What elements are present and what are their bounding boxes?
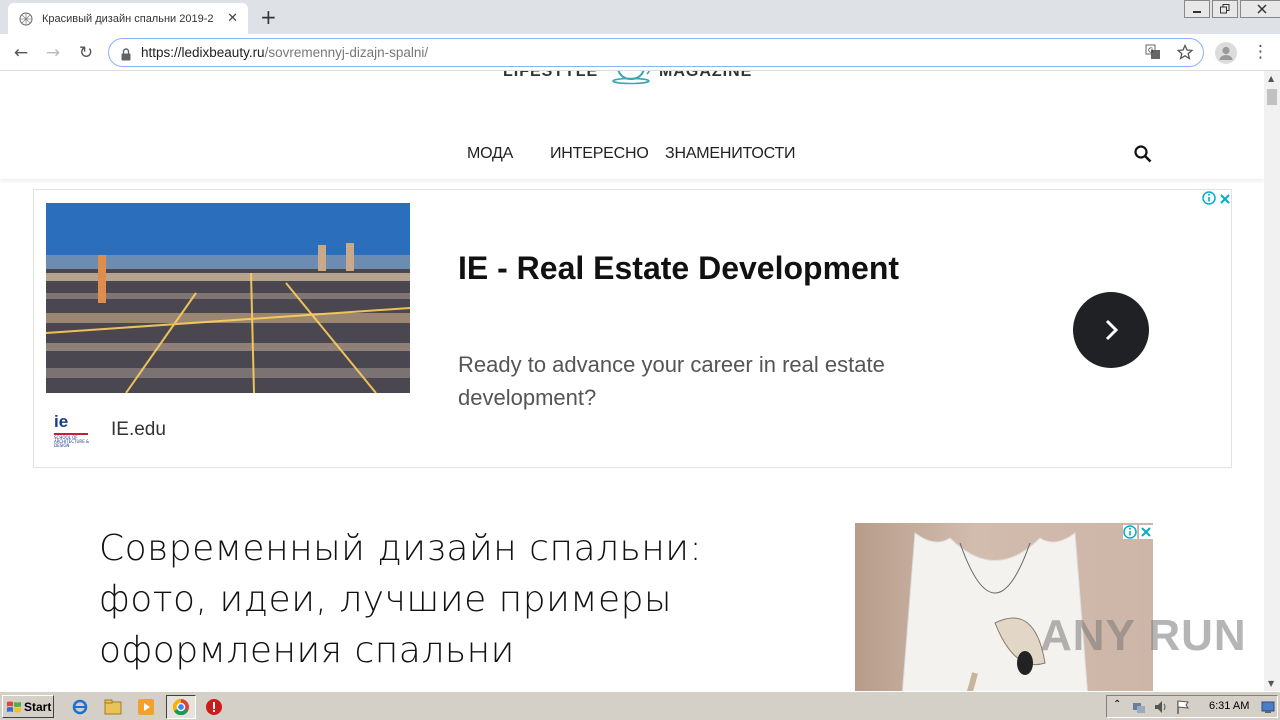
adchoices-info-icon[interactable] [1202,190,1216,209]
tab-title: Красивый дизайн спальни 2019-20 [42,12,214,25]
nav-item-interesno[interactable]: ИНТЕРЕСНО [550,145,649,163]
url-path: /sovremennyj-dizajn-spalni/ [264,45,429,60]
system-tray: ⌃ 6:31 AM [1106,695,1278,718]
ie-logo-subtext: SCHOOL OF ARCHITECTURE & DESIGN [54,435,90,448]
reload-button[interactable]: ↻ [75,42,97,64]
translate-icon[interactable]: G [1145,44,1161,64]
new-tab-button[interactable]: + [260,7,277,27]
forward-button[interactable]: → [42,42,64,64]
site-logo[interactable]: LIFESTYLE MAGAZINE [503,71,765,89]
cup-logo-icon [611,71,655,90]
ie-logo: ie SCHOOL OF ARCHITECTURE & DESIGN [54,412,90,448]
windows-logo-icon [7,701,21,712]
ad-description: Ready to advance your career in real est… [458,352,885,410]
scroll-down-icon[interactable]: ▼ [1268,679,1274,688]
bookmark-star-icon[interactable] [1176,43,1194,64]
start-label: Start [24,699,52,714]
chrome-taskbar-icon[interactable] [166,695,196,719]
ie-logo-text: ie [54,412,69,431]
site-favicon-icon [18,11,34,27]
ad-close-icon[interactable] [1219,190,1231,209]
volume-icon[interactable] [1153,699,1169,719]
restore-button[interactable] [1212,0,1238,18]
nav-item-znamenitosti[interactable]: ЗНАМЕНИТОСТИ [665,145,796,163]
browser-tab[interactable]: Красивый дизайн спальни 2019-20 ✕ [8,3,248,34]
ad-brand[interactable]: IE.edu [111,419,166,441]
lock-icon [121,46,131,65]
logo-text-right: MAGAZINE [659,71,753,80]
search-icon[interactable] [1133,144,1153,168]
side-ad[interactable] [855,523,1153,691]
tray-expand-icon[interactable]: ⌃ [1113,699,1121,710]
ad-next-button[interactable] [1073,292,1149,368]
scroll-up-icon[interactable]: ▲ [1268,74,1274,83]
network-icon[interactable] [1131,699,1147,719]
file-explorer-icon[interactable] [103,697,123,717]
scroll-thumb[interactable] [1267,89,1277,105]
ad-city-image[interactable] [46,203,410,393]
internet-explorer-icon[interactable] [70,697,90,717]
minimize-button[interactable] [1184,0,1210,18]
url-text: https://ledixbeauty.ru/sovremennyj-dizaj… [141,45,428,60]
adchoices-controls [1202,190,1231,209]
profile-avatar-icon[interactable] [1215,42,1237,64]
side-adchoices-info-icon[interactable] [1123,525,1137,539]
anyrun-watermark: ANY RUN [1040,611,1247,660]
windows-taskbar: Start ⌃ 6:31 AM [0,691,1280,720]
nav-item-moda[interactable]: МОДА [467,145,513,163]
back-button[interactable]: ← [10,42,32,64]
side-ad-close-icon[interactable] [1139,525,1153,539]
url-host: https://ledixbeauty.ru [141,45,265,60]
show-desktop-icon[interactable] [1261,699,1275,718]
address-bar[interactable]: https://ledixbeauty.ru/sovremennyj-dizaj… [108,38,1204,67]
start-button[interactable]: Start [2,695,54,718]
taskbar-clock[interactable]: 6:31 AM [1209,700,1249,712]
side-adchoices-controls [1123,525,1153,539]
media-player-icon[interactable] [136,697,156,717]
ad-blouse-image [902,532,1088,691]
browser-menu-icon[interactable]: ⋮ [1252,42,1269,62]
ad-title[interactable]: IE - Real Estate Development [458,250,899,287]
site-header: LIFESTYLE MAGAZINE МОДА ИНТЕРЕСНО ЗНАМЕН… [0,71,1264,179]
web-page: LIFESTYLE MAGAZINE МОДА ИНТЕРЕСНО ЗНАМЕН… [0,71,1264,691]
window-controls [1182,0,1280,18]
browser-titlebar: Красивый дизайн спальни 2019-20 ✕ + [0,0,1280,34]
article-title: Современный дизайн спальни: фото, идеи, … [99,528,703,671]
browser-toolbar: ← → ↻ https://ledixbeauty.ru/sovremennyj… [0,34,1280,71]
page-scrollbar[interactable]: ▲ ▼ [1264,71,1280,691]
tab-close-icon[interactable]: ✕ [227,11,238,26]
close-window-button[interactable] [1240,0,1280,18]
action-center-flag-icon[interactable] [1175,699,1191,719]
opera-stop-icon[interactable] [204,697,224,717]
svg-text:G: G [1148,47,1153,55]
chevron-right-icon [1105,319,1119,341]
logo-text-left: LIFESTYLE [503,71,599,80]
banner-ad[interactable]: IE - Real Estate Development Ready to ad… [33,189,1232,468]
